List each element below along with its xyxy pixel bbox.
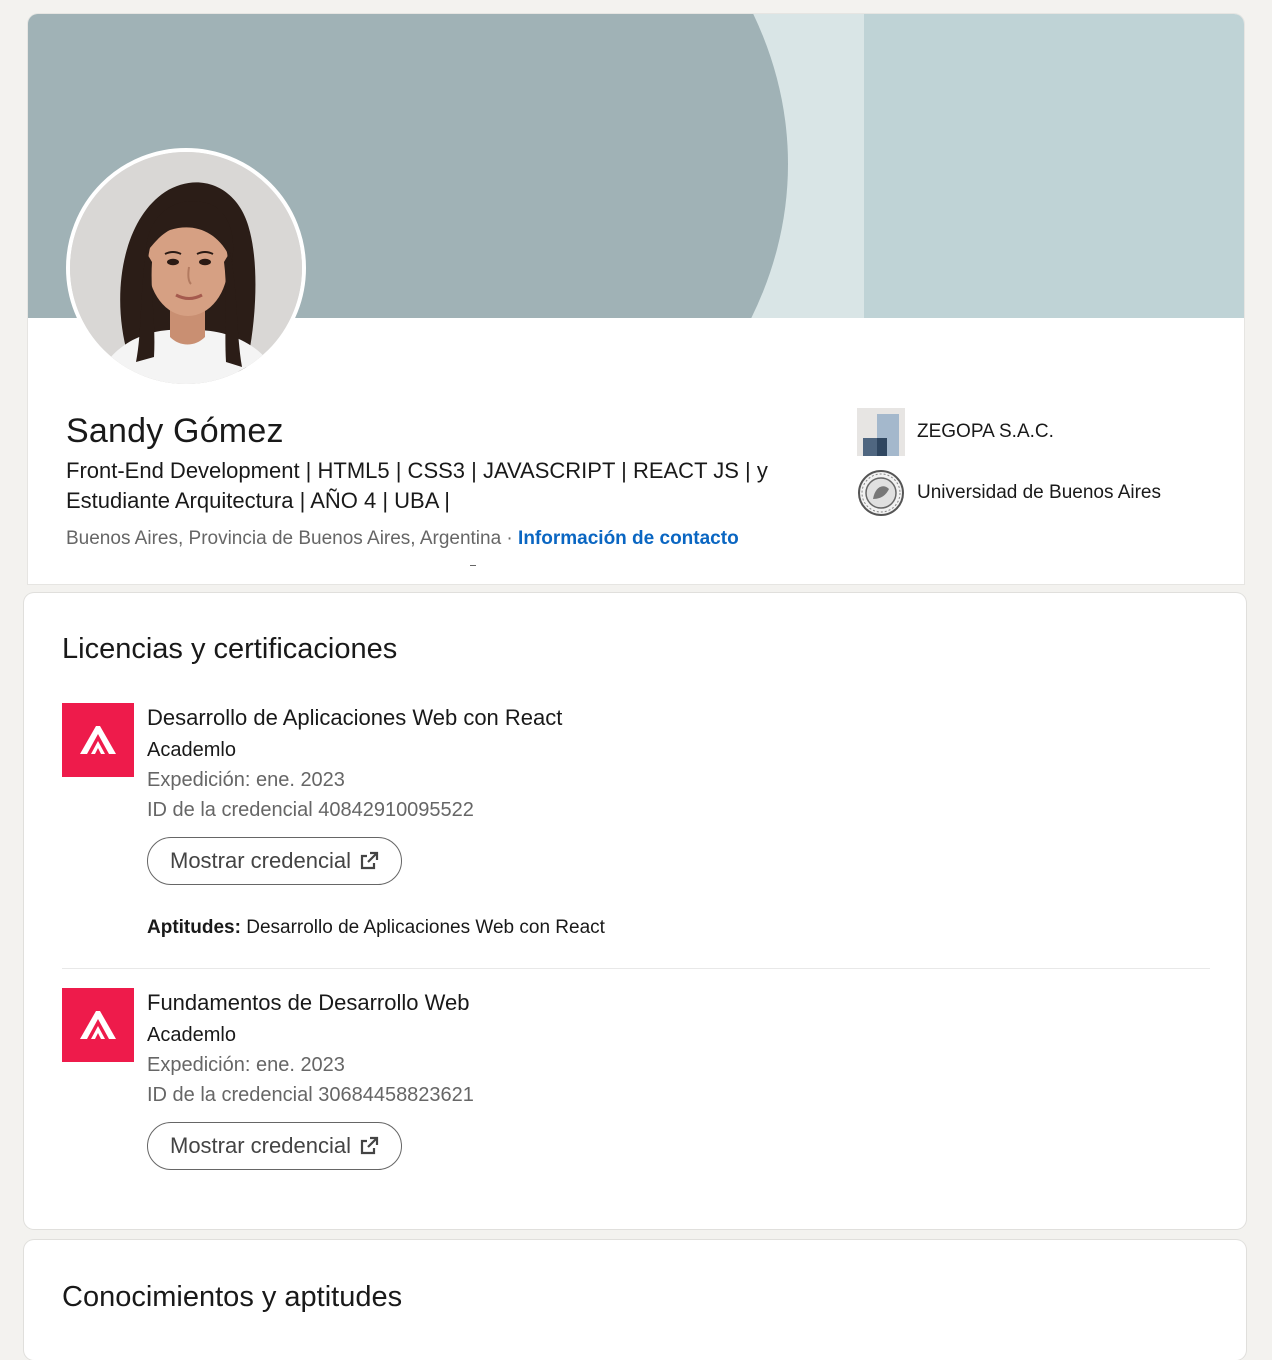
certification-issuer: Academlo: [147, 739, 236, 761]
external-link-icon: [360, 851, 379, 870]
location-separator: ·: [501, 528, 519, 549]
certification-title: Desarrollo de Aplicaciones Web con React: [147, 705, 563, 730]
certification-details: Fundamentos de Desarrollo Web Academlo E…: [147, 988, 474, 1170]
licenses-section: Licencias y certificaciones Desarrollo d…: [24, 593, 1246, 1229]
profile-location-row: Buenos Aires, Provincia de Buenos Aires,…: [66, 528, 739, 550]
academlo-logo-icon[interactable]: [62, 703, 134, 777]
show-credential-label: Mostrar credencial: [170, 848, 351, 873]
show-credential-button[interactable]: Mostrar credencial: [147, 1122, 402, 1170]
certification-credential-id: ID de la credencial 40842910095522: [147, 799, 474, 821]
certification-item: Desarrollo de Aplicaciones Web con React…: [62, 703, 1210, 963]
item-divider: [62, 968, 1210, 969]
profile-name: Sandy Gómez: [66, 412, 284, 450]
profile-location: Buenos Aires, Provincia de Buenos Aires,…: [66, 528, 502, 549]
profile-avatar[interactable]: [66, 148, 306, 388]
show-credential-button[interactable]: Mostrar credencial: [147, 837, 402, 885]
external-link-icon: [360, 1136, 379, 1155]
decorative-dash: [470, 565, 476, 566]
affiliation-education[interactable]: Universidad de Buenos Aires: [857, 469, 1161, 517]
zegopa-logo-icon: [857, 408, 905, 456]
contact-info-link[interactable]: Información de contacto: [518, 528, 739, 549]
section-title: Licencias y certificaciones: [62, 633, 398, 665]
skills-section: Conocimientos y aptitudes: [24, 1240, 1246, 1360]
certification-issue-date: Expedición: ene. 2023: [147, 769, 345, 791]
show-credential-label: Mostrar credencial: [170, 1133, 351, 1158]
certification-skills: Aptitudes: Desarrollo de Aplicaciones We…: [147, 917, 605, 939]
certification-item: Fundamentos de Desarrollo Web Academlo E…: [62, 988, 1210, 1188]
affiliation-current-company[interactable]: ZEGOPA S.A.C.: [857, 408, 1054, 456]
certification-details: Desarrollo de Aplicaciones Web con React…: [147, 703, 605, 939]
certification-credential-id: ID de la credencial 30684458823621: [147, 1084, 474, 1106]
uba-seal-icon: [858, 470, 904, 516]
certification-issuer: Academlo: [147, 1024, 236, 1046]
skills-value: Desarrollo de Aplicaciones Web con React: [240, 917, 605, 938]
affiliation-company-name: ZEGOPA S.A.C.: [917, 421, 1054, 442]
certification-issue-date: Expedición: ene. 2023: [147, 1054, 345, 1076]
academlo-logo-icon[interactable]: [62, 988, 134, 1062]
affiliation-school-name: Universidad de Buenos Aires: [917, 482, 1161, 503]
skills-label: Aptitudes:: [147, 917, 241, 938]
certification-title: Fundamentos de Desarrollo Web: [147, 990, 470, 1015]
profile-card: Sandy Gómez Front-End Development | HTML…: [28, 14, 1244, 584]
avatar-photo: [70, 152, 302, 384]
section-title: Conocimientos y aptitudes: [62, 1281, 403, 1313]
profile-headline: Front-End Development | HTML5 | CSS3 | J…: [66, 458, 768, 513]
